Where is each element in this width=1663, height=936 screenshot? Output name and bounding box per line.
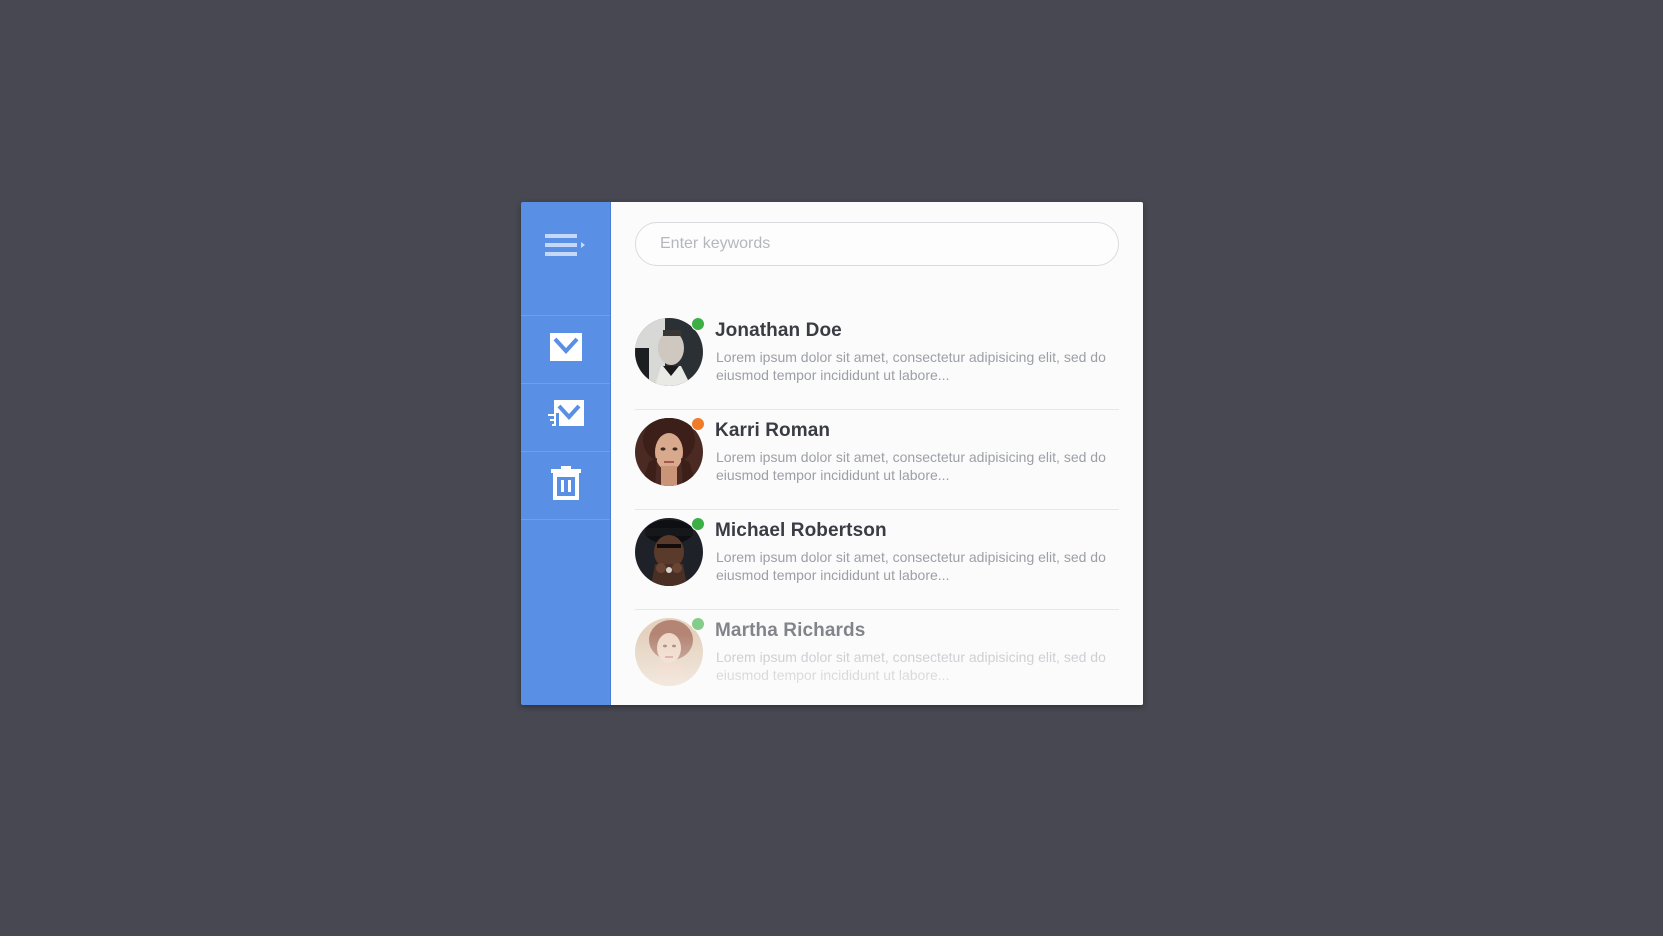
menu-icon — [544, 202, 587, 265]
trash-icon — [550, 466, 581, 505]
list-item[interactable]: Karri Roman Lorem ipsum dolor sit amet, … — [635, 410, 1119, 510]
online-status-dot — [691, 317, 705, 331]
contact-name: Martha Richards — [715, 620, 866, 641]
online-status-dot — [691, 517, 705, 531]
nav-inbox[interactable] — [521, 315, 610, 383]
contact-name: Michael Robertson — [715, 520, 887, 541]
message-preview: Lorem ipsum dolor sit amet, consectetur … — [716, 549, 1106, 583]
nav-sent[interactable] — [521, 383, 610, 451]
message-preview: Lorem ipsum dolor sit amet, consectetur … — [716, 449, 1106, 483]
contact-list: Jonathan Doe Lorem ipsum dolor sit amet,… — [635, 310, 1119, 705]
contact-panel: Jonathan Doe Lorem ipsum dolor sit amet,… — [610, 202, 1143, 705]
sidebar — [521, 202, 610, 705]
list-item[interactable]: Martha Richards Lorem ipsum dolor sit am… — [635, 610, 1119, 705]
inbox-mail-icon — [549, 333, 582, 366]
mail-widget: Jonathan Doe Lorem ipsum dolor sit amet,… — [521, 202, 1143, 705]
contact-name: Jonathan Doe — [715, 320, 842, 341]
message-preview: Lorem ipsum dolor sit amet, consectetur … — [716, 649, 1106, 683]
sent-mail-icon — [547, 400, 584, 435]
nav-trash[interactable] — [521, 451, 610, 520]
menu-toggle-button[interactable] — [521, 202, 610, 315]
search-input[interactable] — [635, 222, 1119, 266]
list-item[interactable]: Michael Robertson Lorem ipsum dolor sit … — [635, 510, 1119, 610]
message-preview: Lorem ipsum dolor sit amet, consectetur … — [716, 349, 1106, 383]
list-item[interactable]: Jonathan Doe Lorem ipsum dolor sit amet,… — [635, 310, 1119, 410]
contact-name: Karri Roman — [715, 420, 831, 441]
online-status-dot — [691, 617, 705, 631]
busy-status-dot — [691, 417, 705, 431]
